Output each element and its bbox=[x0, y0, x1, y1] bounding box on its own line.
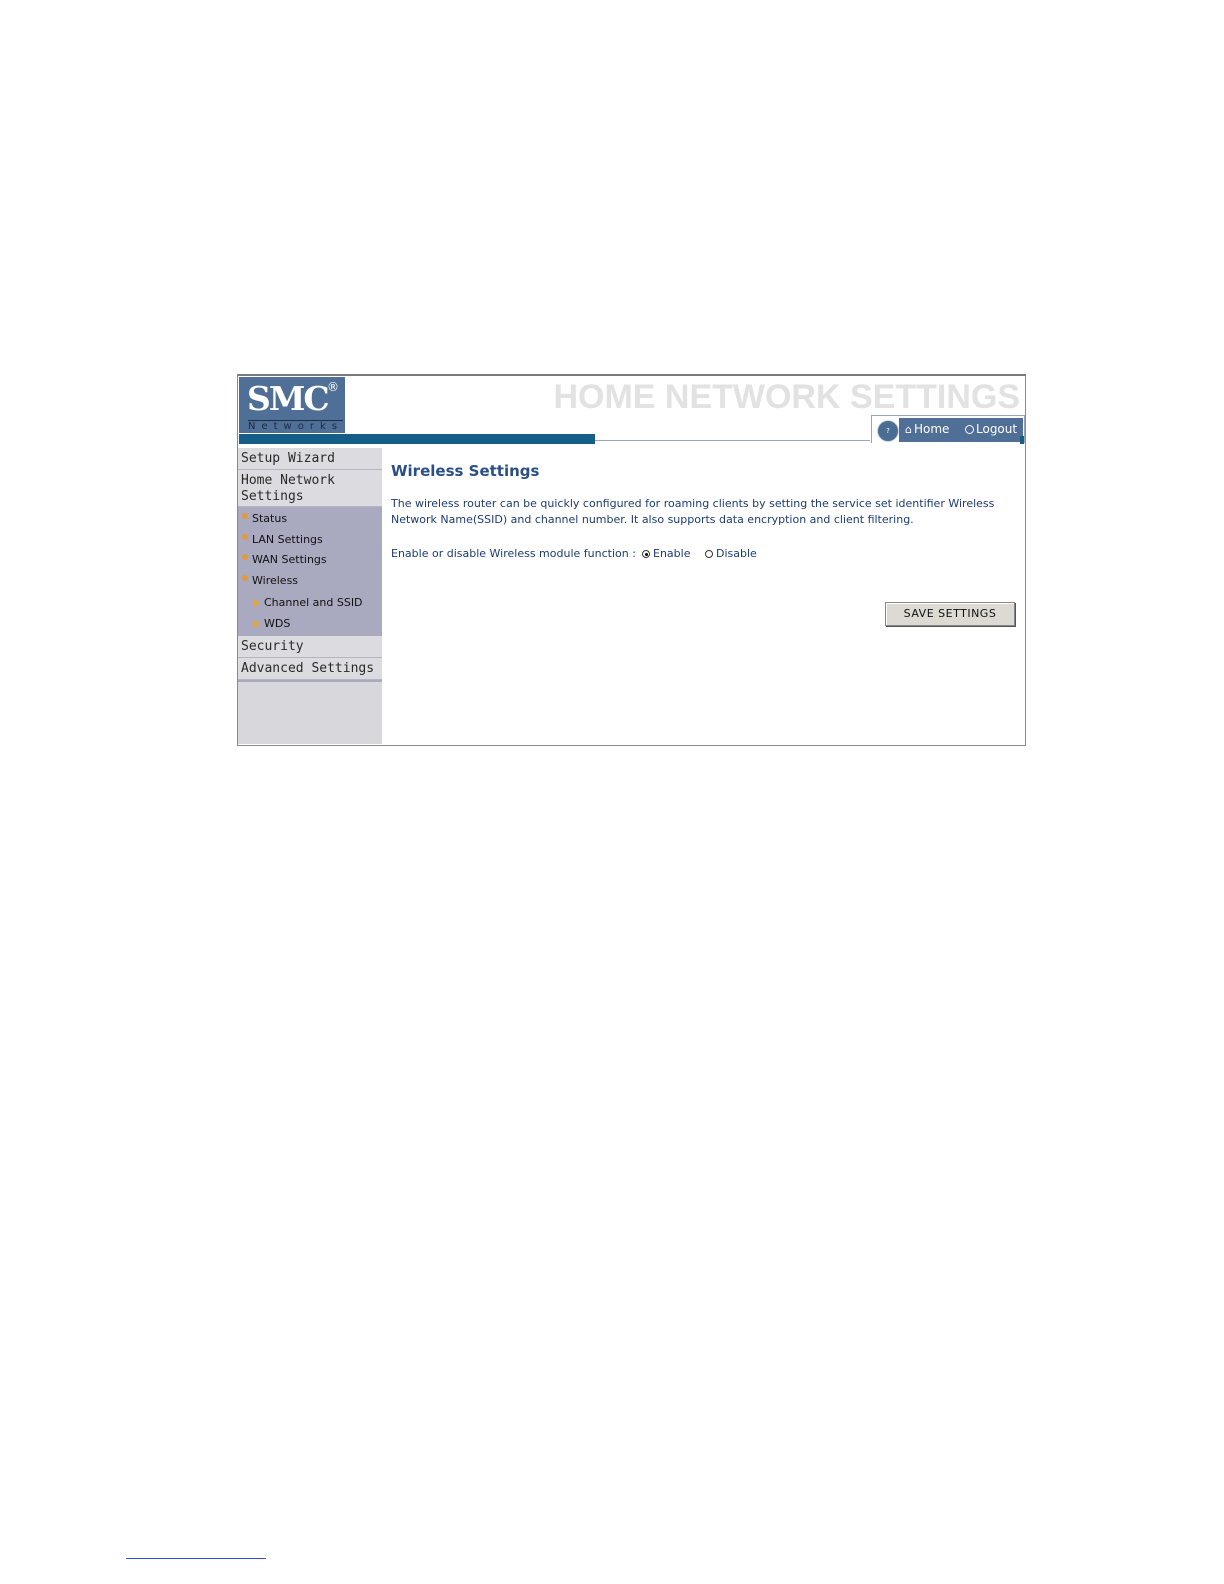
arrow-right-icon bbox=[254, 619, 260, 628]
sidebar-filler bbox=[238, 682, 382, 744]
sidebar-item-label: Home Network Settings bbox=[241, 473, 335, 504]
logout-icon bbox=[965, 425, 974, 434]
sidebar-subitem-label: Status bbox=[252, 512, 288, 525]
sidebar-subitem-label: WAN Settings bbox=[252, 553, 327, 566]
logout-link[interactable]: Logout bbox=[965, 422, 1017, 436]
sidebar-subitem-wan-settings[interactable]: WAN Settings bbox=[238, 550, 382, 571]
home-icon: ⌂ bbox=[905, 423, 912, 436]
sidebar-subitem-lan-settings[interactable]: LAN Settings bbox=[238, 530, 382, 551]
arrow-right-icon bbox=[254, 599, 260, 607]
logout-link-label: Logout bbox=[976, 422, 1018, 436]
footnote-rule bbox=[126, 1558, 266, 1559]
page-title: Wireless Settings bbox=[391, 462, 540, 480]
sidebar-item-advanced-settings[interactable]: Advanced Settings bbox=[238, 658, 382, 680]
bullet-icon bbox=[242, 554, 248, 560]
bullet-icon bbox=[242, 574, 248, 581]
sidebar-subitem-label: Wireless bbox=[252, 573, 299, 587]
bullet-icon bbox=[242, 513, 248, 519]
sidebar-subitem-wireless[interactable]: Wireless bbox=[238, 571, 382, 592]
page-description: The wireless router can be quickly confi… bbox=[391, 497, 995, 526]
top-nav: ? ⌂ Home Logout bbox=[871, 415, 1025, 444]
main-content: Wireless Settings The wireless router ca… bbox=[382, 448, 1025, 744]
radio-enable-label: Enable bbox=[653, 547, 691, 560]
header: SMC ® Networks HOME NETWORK SETTINGS ? ⌂… bbox=[238, 376, 1025, 446]
sidebar-subitem-channel-and-ssid[interactable]: Channel and SSID bbox=[238, 593, 382, 614]
sidebar: Setup Wizard Home Network Settings Statu… bbox=[238, 448, 382, 744]
smc-logo[interactable]: SMC ® Networks bbox=[239, 377, 345, 433]
home-link-label: Home bbox=[913, 422, 950, 436]
help-icon[interactable]: ? bbox=[877, 420, 899, 442]
sidebar-item-label: Security bbox=[241, 639, 304, 654]
nav-accent bbox=[1020, 436, 1024, 444]
radio-selected-icon bbox=[642, 550, 650, 558]
header-accent-bar bbox=[239, 434, 595, 444]
sidebar-item-label: Advanced Settings bbox=[241, 661, 375, 676]
router-admin-screenshot: SMC ® Networks HOME NETWORK SETTINGS ? ⌂… bbox=[237, 374, 1026, 746]
radio-disable[interactable]: Disable bbox=[705, 547, 757, 560]
radio-disable-label: Disable bbox=[716, 547, 757, 560]
radio-enable[interactable]: Enable bbox=[642, 547, 690, 560]
logo-subtext: Networks bbox=[248, 420, 343, 432]
save-settings-button[interactable]: SAVE SETTINGS bbox=[885, 602, 1015, 626]
sidebar-item-setup-wizard[interactable]: Setup Wizard bbox=[238, 448, 382, 470]
sidebar-subitem-label: WDS bbox=[264, 616, 291, 630]
sidebar-subitem-wds[interactable]: WDS bbox=[238, 614, 382, 635]
logo-registered-mark: ® bbox=[327, 380, 339, 394]
home-link[interactable]: ⌂ Home bbox=[905, 422, 949, 436]
header-divider bbox=[595, 440, 870, 441]
wireless-module-label: Enable or disable Wireless module functi… bbox=[391, 547, 636, 560]
radio-unselected-icon bbox=[705, 550, 713, 558]
sidebar-subitem-label: Channel and SSID bbox=[264, 596, 363, 609]
header-title: HOME NETWORK SETTINGS bbox=[553, 378, 1020, 416]
sidebar-subitem-label: LAN Settings bbox=[252, 532, 323, 546]
sidebar-item-security[interactable]: Security bbox=[238, 636, 382, 658]
sidebar-item-label: Setup Wizard bbox=[241, 451, 335, 466]
sidebar-item-home-network-settings[interactable]: Home Network Settings bbox=[238, 470, 382, 507]
logo-text: SMC bbox=[247, 379, 330, 418]
top-nav-links: ⌂ Home Logout bbox=[899, 418, 1023, 442]
sidebar-subitem-status[interactable]: Status bbox=[238, 509, 382, 530]
bullet-icon bbox=[242, 533, 248, 540]
